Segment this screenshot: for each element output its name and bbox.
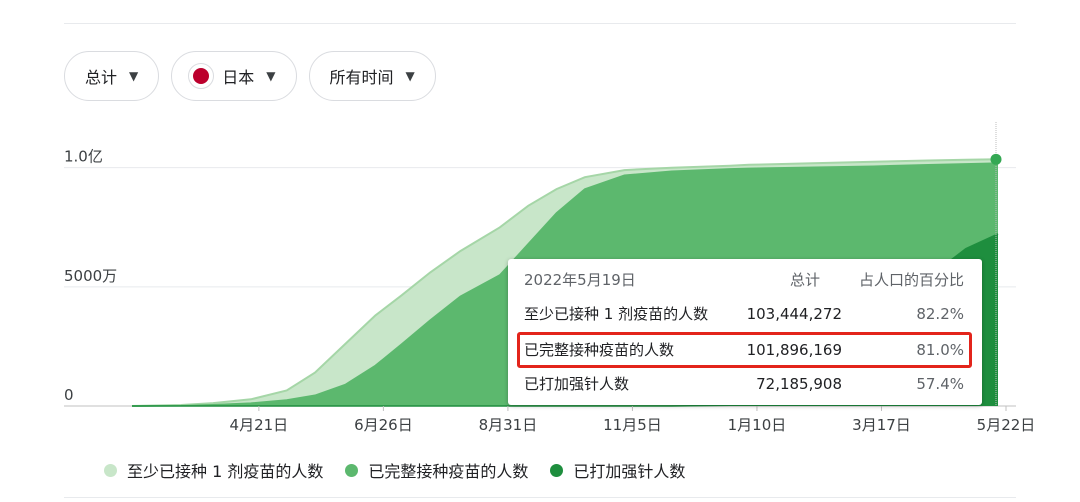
legend-item-booster: 已打加强针人数 <box>550 458 685 482</box>
x-tick-label: 8月31日 <box>479 416 538 434</box>
tooltip-row: 已打加强针人数 72,185,908 57.4% <box>508 372 982 396</box>
bottom-divider <box>64 497 1016 498</box>
y-tick-label: 0 <box>64 386 74 404</box>
x-tick-label: 1月10日 <box>728 416 787 434</box>
tooltip-row-label: 至少已接种 1 剂疫苗的人数 <box>524 305 709 323</box>
chart-legend: 至少已接种 1 剂疫苗的人数 已完整接种疫苗的人数 已打加强针人数 <box>104 458 685 482</box>
tooltip-header: 2022年5月19日 总计 占人口的百分比 <box>508 268 982 292</box>
chart-markers <box>990 153 1002 165</box>
legend-swatch <box>550 463 564 477</box>
legend-swatch <box>104 463 117 477</box>
tooltip-row-total: 72,185,908 <box>756 375 842 393</box>
legend-label: 已打加强针人数 <box>573 462 686 481</box>
legend-item-dose1: 至少已接种 1 剂疫苗的人数 <box>104 458 323 482</box>
x-tick-label: 4月21日 <box>230 416 289 434</box>
legend-label: 至少已接种 1 剂疫苗的人数 <box>127 462 324 481</box>
tooltip-date: 2022年5月19日 <box>524 271 636 289</box>
legend-item-full: 已完整接种疫苗的人数 <box>345 458 528 482</box>
tooltip-row: 至少已接种 1 剂疫苗的人数 103,444,272 82.2% <box>508 302 982 326</box>
tooltip-row-label: 已打加强针人数 <box>524 375 630 393</box>
x-tick-label: 3月17日 <box>852 416 911 434</box>
tooltip-row-total: 103,444,272 <box>746 305 842 323</box>
tooltip-row-percent: 82.2% <box>916 305 964 323</box>
y-tick-label: 1.0亿 <box>64 148 103 166</box>
legend-label: 已完整接种疫苗的人数 <box>368 462 529 481</box>
x-tick-label: 5月22日 <box>977 416 1036 434</box>
y-axis-labels: 0 5000万 1.0亿 <box>64 148 117 404</box>
highlight-box <box>517 332 972 368</box>
hover-point <box>990 153 1002 165</box>
legend-swatch <box>345 463 359 477</box>
x-tick-label: 6月26日 <box>354 416 413 434</box>
x-tick-label: 11月5日 <box>603 416 662 434</box>
vaccination-chart: 0 5000万 1.0亿 4月21日 6月26日 8月31日 11月5日 1月10日 3月17… <box>64 122 1036 434</box>
tooltip-total-heading: 总计 <box>789 271 820 289</box>
tooltip-row-percent: 57.4% <box>916 375 964 393</box>
y-tick-label: 5000万 <box>64 267 117 285</box>
x-axis-labels: 4月21日 6月26日 8月31日 11月5日 1月10日 3月17日 5月22日 <box>230 406 1036 434</box>
tooltip-percent-heading: 占人口的百分比 <box>858 271 964 289</box>
